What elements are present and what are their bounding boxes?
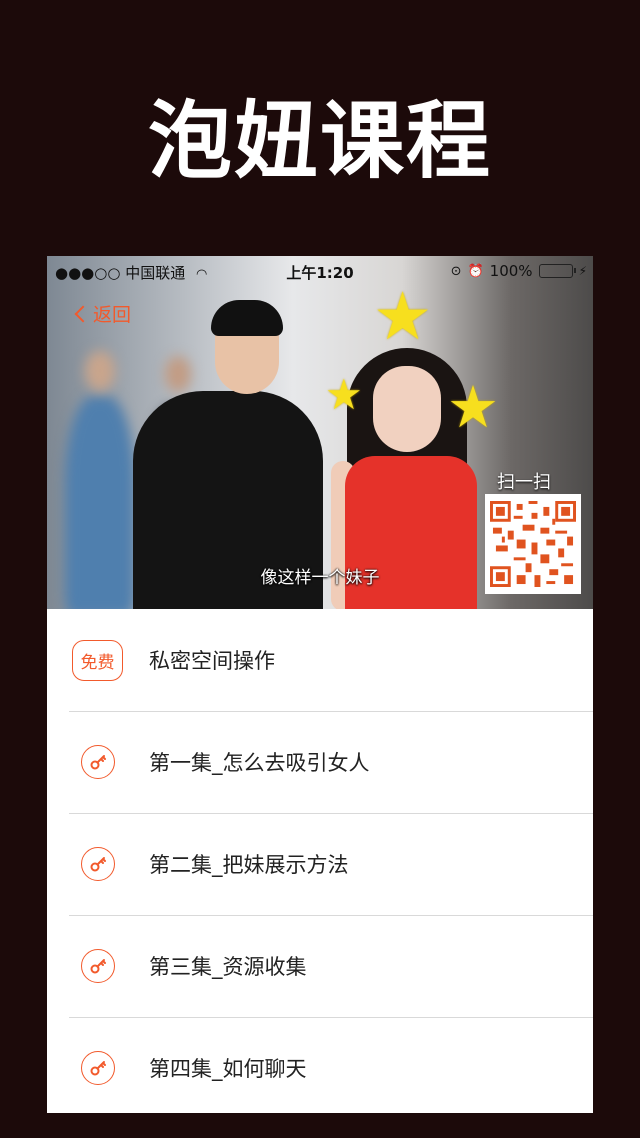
background-person: [165, 356, 191, 392]
back-button[interactable]: 返回: [74, 300, 132, 327]
video-player[interactable]: ★ ★ ★ ●●●○○ 中国联通 ◠ 上午1:20 ⊙ ⏰ 100% ⚡ 返回 …: [47, 256, 593, 609]
lesson-title: 私密空间操作: [149, 649, 275, 673]
lesson-title: 第三集_资源收集: [149, 955, 307, 979]
lesson-title: 第一集_怎么去吸引女人: [149, 751, 370, 775]
key-icon: [81, 745, 115, 779]
charging-icon: ⚡: [578, 264, 587, 278]
key-icon: [81, 1051, 115, 1085]
background-person: [85, 351, 115, 391]
lesson-title: 第二集_把妹展示方法: [149, 853, 349, 877]
star-sticker-icon: ★: [325, 370, 363, 419]
video-subtitle: 像这样一个妹子: [260, 568, 380, 588]
phone-screen: ★ ★ ★ ●●●○○ 中国联通 ◠ 上午1:20 ⊙ ⏰ 100% ⚡ 返回 …: [47, 256, 593, 1113]
star-sticker-icon: ★: [447, 373, 499, 441]
scan-label: 扫一扫: [497, 472, 551, 493]
free-badge: 免费: [72, 639, 123, 681]
man-hair: [211, 300, 283, 336]
list-item[interactable]: 第二集_把妹展示方法: [47, 813, 593, 915]
lesson-title: 第四集_如何聊天: [149, 1057, 307, 1081]
lesson-list: 免费 私密空间操作 第一集_怎么去吸引女人 第二集_把妹展示方法 第三集_资源收…: [47, 609, 593, 1113]
key-icon: [81, 847, 115, 881]
list-item[interactable]: 第四集_如何聊天: [47, 1017, 593, 1113]
star-sticker-icon: ★: [373, 278, 433, 355]
list-item[interactable]: 第一集_怎么去吸引女人: [47, 711, 593, 813]
back-label: 返回: [93, 304, 132, 326]
battery-icon: [538, 264, 576, 278]
key-icon: [81, 949, 115, 983]
alarm-icon: ⏰: [467, 263, 484, 279]
list-item[interactable]: 第三集_资源收集: [47, 915, 593, 1017]
status-right: ⊙ ⏰ 100% ⚡: [451, 262, 587, 280]
rotation-lock-icon: ⊙: [450, 263, 462, 279]
promo-title: 泡妞课程: [147, 92, 492, 190]
woman-face: [373, 366, 441, 452]
battery-percent: 100%: [489, 262, 533, 280]
status-bar: ●●●○○ 中国联通 ◠ 上午1:20 ⊙ ⏰ 100% ⚡: [47, 256, 593, 284]
chevron-left-icon: [74, 305, 92, 322]
list-item[interactable]: 免费 私密空间操作: [47, 609, 593, 711]
